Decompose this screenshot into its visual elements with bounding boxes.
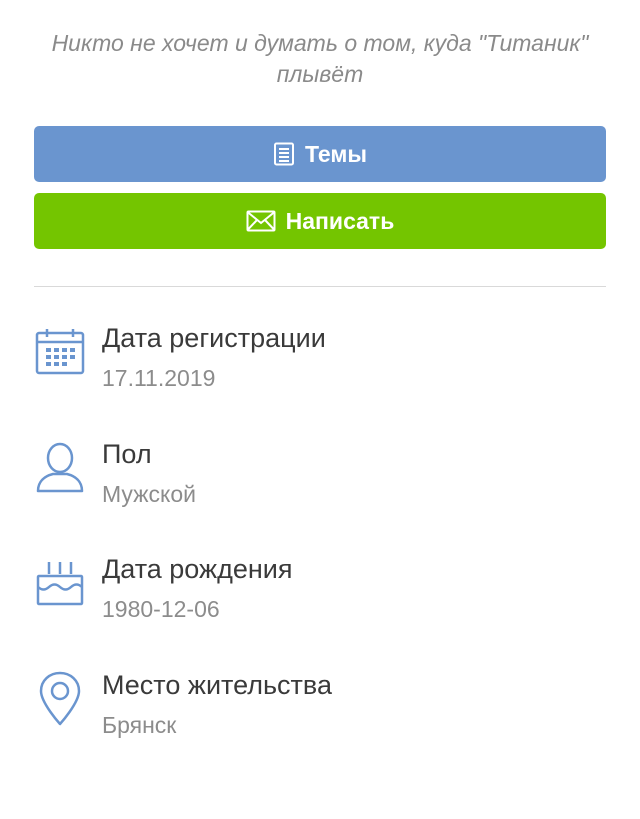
calendar-icon xyxy=(34,324,86,380)
birthday-cake-icon xyxy=(34,555,86,611)
status-quote: Никто не хочет и думать о том, куда "Тит… xyxy=(51,30,589,87)
write-message-button-label: Написать xyxy=(285,207,395,234)
location-pin-icon xyxy=(34,671,86,727)
document-icon xyxy=(273,142,295,166)
info-label: Пол xyxy=(102,439,152,469)
info-value: Мужской xyxy=(102,481,197,507)
info-label: Дата регистрации xyxy=(102,323,326,353)
write-message-button[interactable]: Написать xyxy=(34,193,606,249)
profile-page: Никто не хочет и думать о том, куда "Тит… xyxy=(0,0,640,819)
info-value: 1980-12-06 xyxy=(102,596,220,622)
envelope-icon xyxy=(246,210,276,232)
person-icon xyxy=(34,440,86,496)
divider xyxy=(34,286,606,287)
info-value: Брянск xyxy=(102,712,177,738)
info-item-birth-date: Дата рождения 1980-12-06 xyxy=(34,553,606,633)
info-label: Место жительства xyxy=(102,670,332,700)
topics-button[interactable]: Темы xyxy=(34,126,606,182)
info-item-city: Место жительства Брянск xyxy=(34,669,606,749)
info-label: Дата рождения xyxy=(102,554,293,584)
info-item-gender: Пол Мужской xyxy=(34,438,606,518)
topics-button-label: Темы xyxy=(304,140,368,167)
info-value: 17.11.2019 xyxy=(102,365,216,391)
info-item-registration-date: Дата регистрации 17.11.2019 xyxy=(34,322,606,402)
